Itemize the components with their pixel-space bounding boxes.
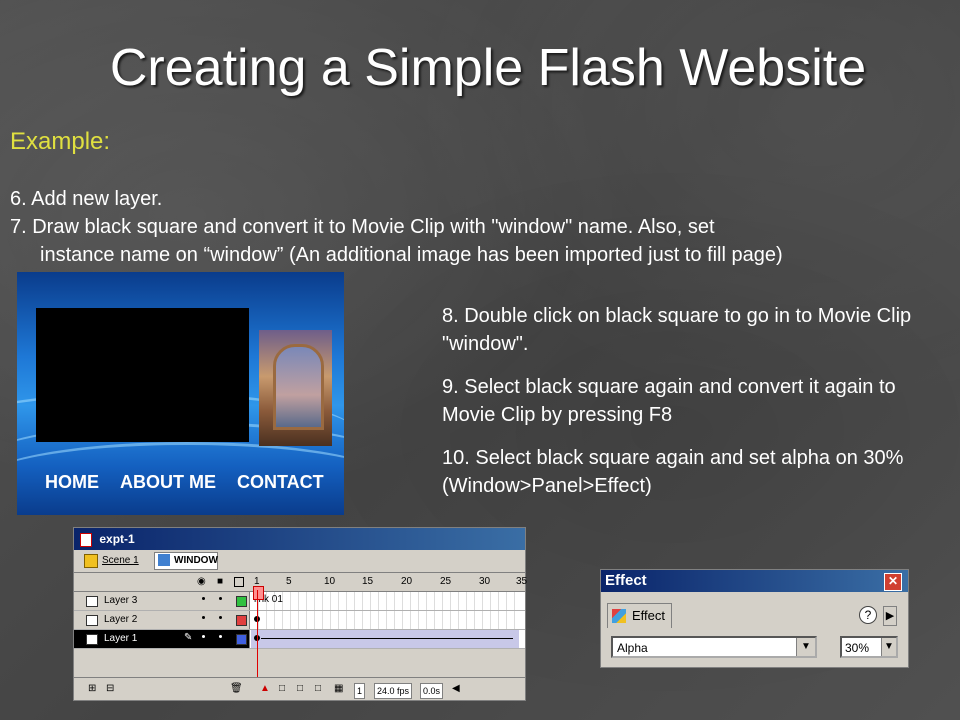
nav-about-me[interactable]: ABOUT ME [120, 472, 216, 493]
layer-row[interactable]: Layer 3 link 01 [74, 592, 525, 611]
timeline-header: ◉ ■ 1 5 10 15 20 25 30 35 [74, 573, 528, 592]
frame-number: 30 [479, 576, 491, 587]
frame-number: 35 [516, 576, 528, 587]
layer-icon [86, 634, 98, 645]
movie-clip-icon [158, 554, 170, 566]
alpha-percent-value: 30% [845, 641, 870, 655]
panel-menu-arrow-icon[interactable]: ▶ [883, 606, 897, 626]
frame-number: 10 [324, 576, 336, 587]
lock-icon[interactable]: ■ [217, 576, 223, 587]
playhead[interactable] [253, 586, 264, 600]
steps-block: 6. Add new layer. 7. Draw black square a… [10, 185, 955, 269]
step-9: 9. Select black square again and convert… [442, 376, 896, 426]
playhead-line [257, 590, 258, 680]
onion-skin-icon[interactable]: □ [279, 683, 285, 694]
nav-home[interactable]: HOME [45, 472, 99, 493]
step-10: 10. Select black square again and set al… [442, 447, 904, 497]
symbol-name: WINDOW [174, 555, 218, 566]
outline-icon[interactable] [234, 577, 244, 587]
scene-bar: Scene 1 WINDOW [74, 550, 525, 573]
frame-number: 20 [401, 576, 413, 587]
effect-type-select[interactable]: Alpha ▼ [611, 636, 817, 658]
step-7-line-2: instance name on “window” (An additional… [40, 244, 783, 266]
layer-icon [86, 615, 98, 626]
black-window-square [36, 308, 249, 442]
fps-box: 24.0 fps [374, 683, 413, 699]
ide-window-title: expt-1 [99, 532, 135, 546]
chevron-down-icon[interactable]: ▼ [796, 638, 815, 656]
document-icon [80, 532, 92, 547]
nav-contact[interactable]: CONTACT [237, 472, 324, 493]
effect-tab[interactable]: Effect [607, 603, 673, 628]
onion-outline-icon[interactable]: □ [297, 683, 303, 694]
layer-name: Layer 2 [104, 614, 138, 625]
layer-color-swatch[interactable] [236, 596, 247, 607]
flash-website-preview: HOME ABOUT ME CONTACT [17, 272, 344, 515]
scene-link[interactable]: Scene 1 [102, 555, 139, 566]
effect-panel: Effect ✕ Effect ? ▶ Alpha ▼ 30% ▼ [600, 569, 909, 668]
edit-multiple-icon[interactable]: □ [315, 683, 321, 694]
layer-row[interactable]: Layer 2 [74, 611, 525, 630]
tween-arrow [261, 638, 513, 639]
frame-number: 25 [440, 576, 452, 587]
modify-markers-icon[interactable]: ▦ [334, 683, 343, 694]
arch-photo [259, 330, 332, 446]
frame-number: 15 [362, 576, 374, 587]
help-icon[interactable]: ? [859, 606, 877, 624]
eye-icon[interactable]: ◉ [197, 576, 206, 587]
layer-color-swatch[interactable] [236, 615, 247, 626]
slide-title: Creating a Simple Flash Website [109, 39, 867, 97]
time-box: 0.0s [420, 683, 444, 699]
effect-tab-label: Effect [632, 608, 666, 623]
close-icon[interactable]: ✕ [884, 573, 902, 591]
pencil-icon: ✎ [184, 632, 193, 643]
scene-icon [84, 554, 98, 568]
layer-name: Layer 1 [104, 633, 138, 644]
timeline-footer: ⊞ ⊟ 🗑 ▲ □ □ □ ▦ 1 24.0 fps 0.0s ◀ [74, 677, 525, 700]
effect-type-value: Alpha [617, 641, 648, 655]
layer-icon [86, 596, 98, 607]
add-layer-icon[interactable]: ⊞ [88, 683, 96, 694]
layer-color-swatch[interactable] [236, 634, 247, 645]
step-6: 6. Add new layer. [10, 188, 163, 210]
example-label: Example: [10, 128, 111, 155]
effect-icon [612, 609, 626, 623]
flash-timeline-window: expt-1 Scene 1 WINDOW ◉ ■ 1 5 10 15 20 2… [73, 527, 528, 701]
layer-name: Layer 3 [104, 595, 138, 606]
alpha-percent-field[interactable]: 30% ▼ [840, 636, 898, 658]
chevron-down-icon[interactable]: ▼ [881, 638, 896, 656]
current-frame-box: 1 [354, 683, 366, 699]
trash-icon[interactable]: 🗑 [230, 683, 243, 694]
add-guide-icon[interactable]: ⊟ [106, 683, 114, 694]
scroll-left-icon[interactable]: ◀ [452, 683, 460, 694]
ide-titlebar: expt-1 [74, 528, 525, 550]
step-7-line-1: 7. Draw black square and convert it to M… [10, 216, 715, 238]
center-frame-icon[interactable]: ▲ [260, 683, 270, 694]
effect-panel-title: Effect [605, 572, 647, 589]
step-8: 8. Double click on black square to go in… [442, 305, 912, 355]
frame-number: 5 [286, 576, 292, 587]
effect-panel-titlebar: Effect ✕ [601, 570, 908, 592]
right-steps: 8. Double click on black square to go in… [442, 302, 942, 515]
layer-row-selected[interactable]: Layer 1 ✎ [74, 630, 525, 649]
